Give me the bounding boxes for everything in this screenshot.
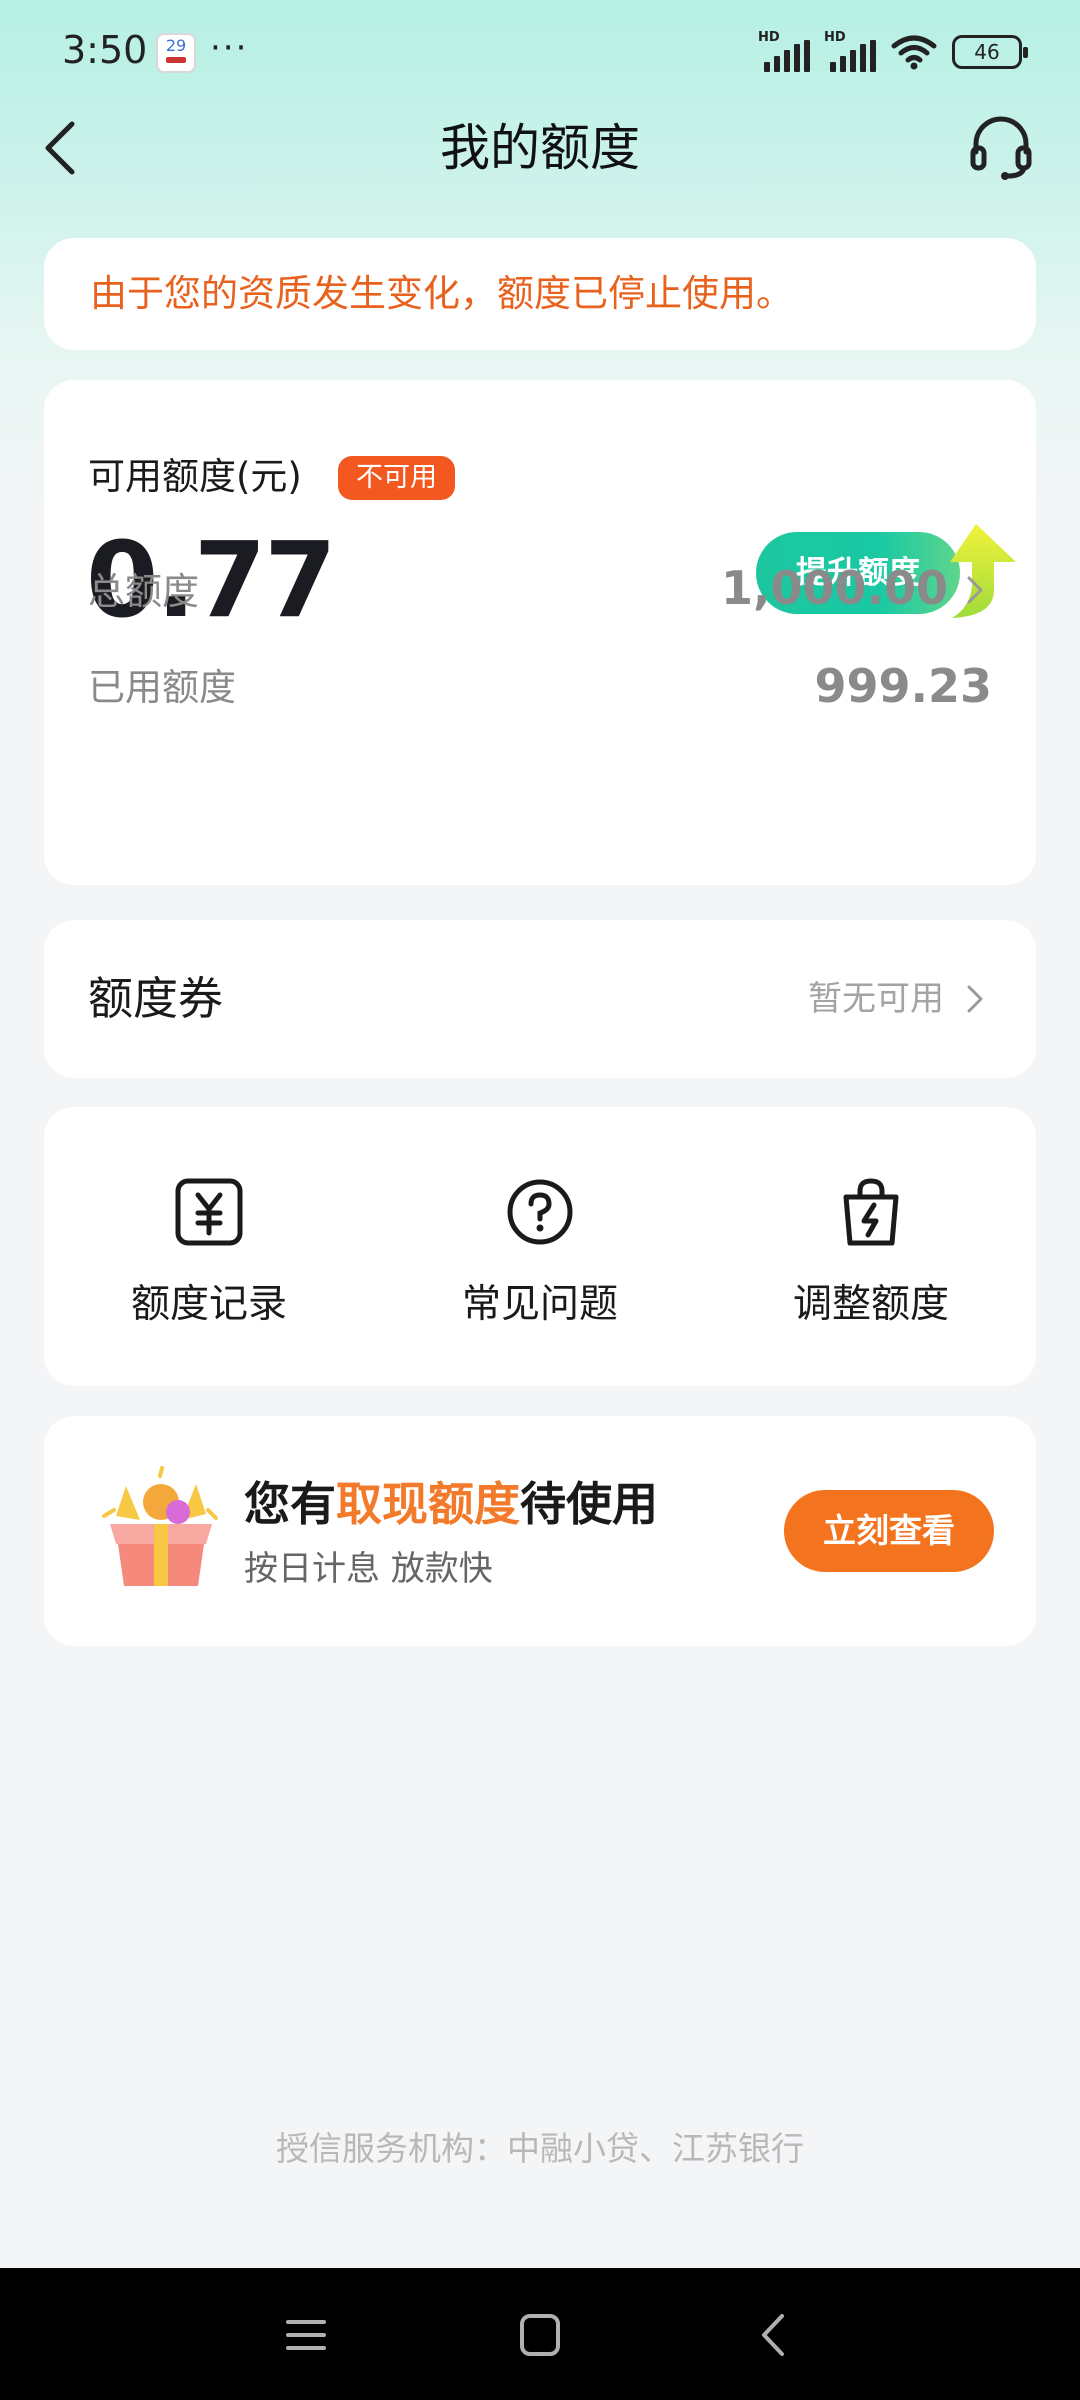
credit-coupon-row[interactable]: 额度券 暂无可用 <box>44 920 1036 1078</box>
credit-records-button[interactable]: 额度记录 <box>44 1107 374 1386</box>
battery-level: 46 <box>974 40 1000 64</box>
wifi-icon <box>891 35 937 70</box>
promo-title-highlight: 取现额度 <box>336 1477 520 1531</box>
credit-summary-card: 可用额度(元) 不可用 0.77 提升额度 总额度 1,000.00 已用额度 … <box>44 380 1036 885</box>
action-label: 调整额度 <box>792 1282 949 1327</box>
used-credit-value: 999.23 <box>814 659 992 713</box>
used-credit-label: 已用额度 <box>88 666 236 709</box>
battery-icon: 46 <box>952 35 1028 69</box>
question-circle-icon <box>507 1179 573 1245</box>
signal-icon: HD <box>824 30 876 72</box>
lightning-bag-icon <box>843 1178 899 1246</box>
menu-icon[interactable] <box>276 2308 336 2362</box>
headset-icon <box>970 116 1032 180</box>
promo-title: 您有取现额度待使用 <box>244 1472 658 1536</box>
customer-service-button[interactable] <box>968 112 1034 184</box>
notice-text: 由于您的资质发生变化，额度已停止使用。 <box>90 272 793 315</box>
action-label: 常见问题 <box>461 1282 618 1327</box>
home-icon[interactable] <box>510 2308 570 2362</box>
quick-actions-card: 额度记录 常见问题 调整额度 <box>44 1107 1036 1386</box>
cash-credit-promo-card[interactable]: 您有取现额度待使用 按日计息 放款快 立刻查看 <box>44 1416 1036 1646</box>
chevron-right-icon <box>967 576 983 604</box>
notice-card: 由于您的资质发生变化，额度已停止使用。 <box>44 238 1036 350</box>
status-indicators: HD HD 46 <box>758 30 1028 74</box>
calendar-day: 29 <box>165 36 187 55</box>
more-notifications-icon: ··· <box>210 28 249 68</box>
status-bar: 3:50 29 ··· HD HD 46 <box>0 0 1080 104</box>
yen-receipt-icon <box>175 1178 243 1246</box>
gift-box-icon <box>102 1466 218 1586</box>
faq-button[interactable]: 常见问题 <box>375 1107 705 1386</box>
view-now-button[interactable]: 立刻查看 <box>784 1490 994 1572</box>
promo-subtitle: 按日计息 放款快 <box>244 1549 493 1589</box>
available-credit-label: 可用额度(元) <box>88 455 302 498</box>
total-credit-value: 1,000.00 <box>721 561 948 615</box>
credit-institution-footer: 授信服务机构：中融小贷、江苏银行 <box>276 2129 804 2168</box>
coupon-title: 额度券 <box>88 972 224 1025</box>
signal-icon: HD <box>758 30 810 72</box>
coupon-status: 暂无可用 <box>808 979 944 1019</box>
status-time: 3:50 <box>62 28 148 72</box>
promo-title-prefix: 您有 <box>244 1477 336 1531</box>
status-badge: 不可用 <box>338 456 455 500</box>
calendar-notification-icon: 29 <box>156 33 196 73</box>
action-label: 额度记录 <box>130 1282 287 1327</box>
back-nav-icon[interactable] <box>744 2308 804 2362</box>
total-credit-label: 总额度 <box>88 570 199 613</box>
adjust-limit-button[interactable]: 调整额度 <box>706 1107 1036 1386</box>
chevron-right-icon <box>967 985 983 1013</box>
system-navigation-bar <box>0 2268 1080 2400</box>
promo-title-suffix: 待使用 <box>520 1477 658 1531</box>
page-title: 我的额度 <box>440 119 640 177</box>
